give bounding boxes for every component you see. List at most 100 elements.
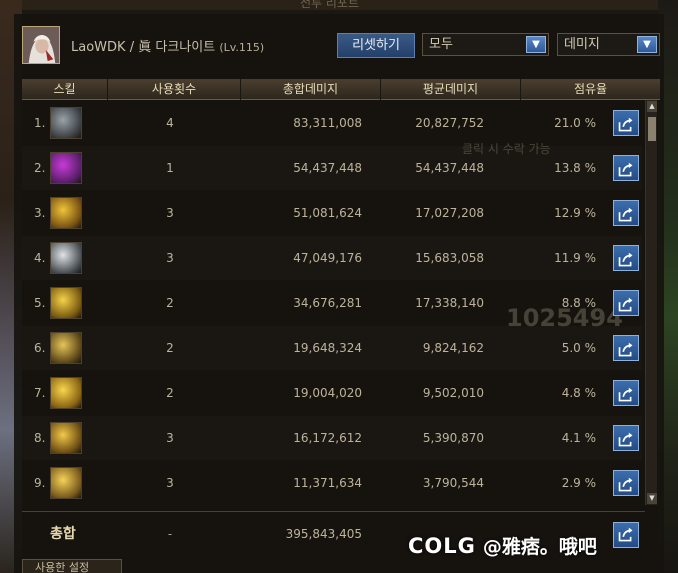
row-share: 21.0 % [554,116,596,130]
share-button[interactable] [613,110,639,136]
row-avg-damage: 3,790,544 [422,476,484,490]
scroll-up-icon[interactable]: ▲ [647,101,657,112]
totals-label: 총합 [50,526,76,542]
character-level: (Lv.115) [219,41,265,54]
row-share: 5.0 % [561,341,596,355]
table-row: 5. 2 34,676,281 17,338,140 8.8 % [22,281,642,325]
row-total-damage: 11,371,634 [293,476,362,490]
character-info: LaoWDK / 眞 다크나이트 (Lv.115) [71,36,264,55]
row-rank: 8. [34,431,46,445]
skill-icon [50,467,82,499]
skill-icon [50,422,82,454]
chevron-down-icon[interactable]: ▼ [637,36,657,53]
row-share: 11.9 % [554,251,596,265]
skill-icon [50,152,82,184]
table-row: 2. 1 54,437,448 54,437,448 13.8 % [22,146,642,190]
column-header-total-damage: 총합데미지 [241,79,381,100]
table-row: 7. 2 19,004,020 9,502,010 4.8 % [22,371,642,415]
watermark-handle: @雅痞。哦吧 [482,536,597,558]
column-header-skill: 스킬 [22,79,108,100]
character-portrait [22,26,60,64]
column-header-uses: 사용횟수 [108,79,241,100]
row-rank: 6. [34,341,46,355]
table-row: 6. 2 19,648,324 9,824,162 5.0 % [22,326,642,370]
skill-icon [50,377,82,409]
chevron-down-icon[interactable]: ▼ [526,36,546,53]
share-button[interactable] [613,470,639,496]
share-button[interactable] [613,335,639,361]
share-icon [618,432,633,447]
share-button[interactable] [613,425,639,451]
share-button[interactable] [613,380,639,406]
row-avg-damage: 17,338,140 [415,296,484,310]
share-icon [618,162,633,177]
settings-tab[interactable]: 사용한 설정 [22,559,122,573]
skill-icon [50,287,82,319]
table-row: 1. 4 83,311,008 20,827,752 21.0 % [22,101,642,145]
row-uses: 1 [166,161,174,175]
row-share: 8.8 % [561,296,596,310]
filter-dropdown[interactable]: 모두 ▼ [422,33,549,56]
table-header: 스킬 사용횟수 총합데미지 평균데미지 점유율 [22,79,660,100]
totals-share-button[interactable] [613,522,639,548]
share-icon [618,342,633,357]
character-class: 眞 다크나이트 [138,40,216,55]
row-share: 13.8 % [554,161,596,175]
row-total-damage: 54,437,448 [293,161,362,175]
skill-icon [50,197,82,229]
sort-dropdown[interactable]: 데미지 ▼ [557,33,660,56]
filter-dropdown-value: 모두 [429,37,453,52]
scroll-down-icon[interactable]: ▼ [647,493,657,504]
row-avg-damage: 15,683,058 [415,251,484,265]
table-row: 4. 3 47,049,176 15,683,058 11.9 % [22,236,642,280]
row-uses: 2 [166,341,174,355]
row-total-damage: 19,004,020 [293,386,362,400]
share-button[interactable] [613,200,639,226]
row-avg-damage: 20,827,752 [415,116,484,130]
column-header-share: 점유율 [573,82,608,96]
sort-dropdown-value: 데미지 [564,37,600,52]
row-uses: 2 [166,296,174,310]
row-share: 2.9 % [561,476,596,490]
share-icon [618,207,633,222]
row-uses: 2 [166,386,174,400]
reset-button[interactable]: 리셋하기 [337,33,415,58]
share-icon [618,477,633,492]
share-icon [618,527,633,542]
scrollbar-thumb[interactable] [648,117,656,141]
skill-icon [50,332,82,364]
totals-uses: - [167,527,173,541]
share-icon [618,297,633,312]
character-portrait-image [23,27,59,63]
share-icon [618,117,633,132]
row-avg-damage: 9,824,162 [422,341,484,355]
share-button[interactable] [613,290,639,316]
share-icon [618,252,633,267]
row-share: 4.8 % [561,386,596,400]
table-scrollbar[interactable]: ▲ ▼ [645,100,657,505]
skill-icon [50,107,82,139]
share-button[interactable] [613,155,639,181]
skill-icon [50,242,82,274]
row-total-damage: 19,648,324 [293,341,362,355]
row-avg-damage: 54,437,448 [415,161,484,175]
share-button[interactable] [613,245,639,271]
column-header-avg-damage: 평균데미지 [381,79,521,100]
totals-damage: 395,843,405 [285,527,362,541]
row-uses: 3 [166,251,174,265]
watermark-brand: COLG [408,534,476,558]
watermark: COLG @雅痞。哦吧 [408,532,597,559]
row-total-damage: 47,049,176 [293,251,362,265]
row-total-damage: 83,311,008 [293,116,362,130]
row-share: 4.1 % [561,431,596,445]
row-total-damage: 16,172,612 [293,431,362,445]
row-rank: 4. [34,251,46,265]
name-separator: / [129,40,135,55]
row-uses: 3 [166,206,174,220]
share-icon [618,387,633,402]
row-rank: 9. [34,476,46,490]
row-share: 12.9 % [554,206,596,220]
row-avg-damage: 5,390,870 [422,431,484,445]
row-uses: 4 [166,116,174,130]
row-rank: 1. [34,116,46,130]
